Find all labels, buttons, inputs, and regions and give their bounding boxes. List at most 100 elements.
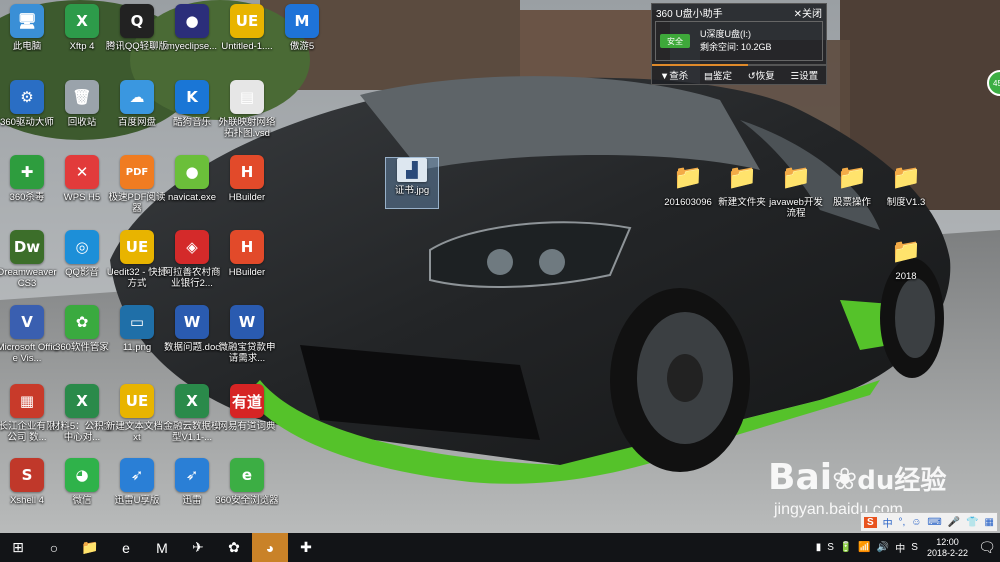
app-icon: X	[175, 384, 209, 418]
desktop-icon[interactable]: K 酷狗音乐	[163, 80, 221, 154]
desktop-folder[interactable]: 📁 股票操作	[826, 160, 878, 234]
desktop-icon[interactable]: X 材料5：公积金中心对...	[51, 384, 113, 458]
desktop-icon[interactable]: ▭ 11.png	[108, 305, 166, 379]
desktop-icon[interactable]: ◕ 微信	[53, 458, 111, 532]
cortana-button[interactable]: ○	[36, 533, 72, 562]
desktop-folder[interactable]: 📁 201603096	[662, 160, 714, 234]
desktop-icon[interactable]: ✕ WPS H5	[53, 155, 111, 229]
start-icon: ⊞	[12, 539, 24, 555]
desktop-icon-certificate-jpg[interactable]: ▟ 证书.jpg	[385, 157, 439, 209]
desktop-icon[interactable]: ● navicat.exe	[163, 155, 221, 229]
wechat-button[interactable]: ◕	[252, 533, 288, 562]
app-icon: X	[65, 4, 99, 38]
tray-icon[interactable]: S	[911, 542, 918, 553]
input-method-toolbar[interactable]: S 中 °, ☺ ⌨ 🎤 👕 ▦	[860, 512, 998, 532]
thunder-button[interactable]: ✈	[180, 533, 216, 562]
app-icon: ◈	[175, 230, 209, 264]
desktop-icon[interactable]: UE 新建文本文档.txt	[106, 384, 168, 458]
desktop-icon-label: 201603096	[664, 197, 712, 208]
app-icon: ✚	[10, 155, 44, 189]
desktop-icon[interactable]: S Xshell 4	[0, 458, 56, 532]
restore-button[interactable]: ↺恢复	[748, 68, 775, 82]
desktop-folder[interactable]: 📁 2018	[880, 234, 932, 308]
app-icon: ●	[175, 4, 209, 38]
desktop-icon[interactable]: ✚ 360杀毒	[0, 155, 56, 229]
desktop-icon[interactable]: M 傲游5	[273, 4, 331, 78]
ime-item[interactable]: ▦	[985, 517, 994, 528]
desktop-icon[interactable]: ◈ 阿拉善农村商业银行2...	[163, 230, 221, 304]
app-icon: UE	[120, 384, 154, 418]
desktop-icon[interactable]: Dw Dreamweaver CS3	[0, 230, 57, 304]
image-file-icon: ▟	[397, 158, 427, 182]
watermark-cn: 经验	[894, 466, 947, 496]
scan-button[interactable]: ▼查杀	[660, 68, 688, 82]
desktop-icon[interactable]: X Xftp 4	[53, 4, 111, 78]
app-icon: 有道	[230, 384, 264, 418]
ime-item[interactable]: S	[863, 516, 877, 528]
desktop-icon[interactable]: UE Uedit32 - 快捷方式	[107, 230, 167, 304]
360-safe-button[interactable]: ✚	[288, 533, 324, 562]
ime-item[interactable]: 👕	[966, 517, 978, 528]
app-icon: ◕	[65, 458, 99, 492]
desktop-icon[interactable]: 🗑 回收站	[53, 80, 111, 154]
desktop-icon-label: 新建文件夹	[718, 197, 766, 208]
ime-item[interactable]: ⌨	[927, 517, 941, 528]
wechat-icon: ◕	[265, 539, 275, 556]
identify-button[interactable]: ▤鉴定	[704, 68, 732, 82]
file-explorer-button[interactable]: 📁	[72, 533, 108, 562]
tray-icon[interactable]: S	[827, 542, 834, 553]
notification-center-button[interactable]: 🗨	[974, 533, 1000, 562]
tray-icon[interactable]: 🔋	[840, 542, 852, 553]
desktop-icon[interactable]: ✿ 360软件管家	[53, 305, 111, 379]
desktop-icon[interactable]: 有道 网易有道词典	[218, 384, 276, 458]
widget-close-button[interactable]: ✕关闭	[794, 5, 822, 20]
desktop-folder[interactable]: 📁 新建文件夹	[716, 160, 768, 234]
desktop-icon[interactable]: ◎ QQ影音	[53, 230, 111, 304]
tray-icon[interactable]: ▮	[816, 542, 822, 553]
app-icon: PDF	[120, 155, 154, 189]
tray-icon[interactable]: 📶	[858, 542, 870, 553]
desktop-icon-label: HBuilder	[228, 192, 266, 203]
tray-icon[interactable]: 🔊	[877, 542, 889, 553]
folder-icon: 📁	[891, 163, 921, 191]
settings-button[interactable]: ☰设置	[791, 68, 819, 82]
app-icon: ▦	[10, 384, 44, 418]
desktop-icon[interactable]: Q 腾讯QQ轻聊版	[106, 4, 168, 78]
ime-item[interactable]: 🎤	[948, 517, 960, 528]
desktop-icon[interactable]: ▤ 外联映射网络拓扑图.vsd	[218, 80, 276, 154]
ime-item[interactable]: ☺	[911, 517, 921, 528]
app-icon: ⚙	[10, 80, 44, 114]
desktop-icon[interactable]: ⚙ 360驱动大师	[0, 80, 56, 154]
desktop-icon[interactable]: ▦ 长江企业有限公司 数...	[0, 384, 56, 458]
clock-date: 2018-2-22	[926, 547, 968, 558]
desktop-icon[interactable]: ☁ 百度网盘	[108, 80, 166, 154]
tray-icon[interactable]: 中	[895, 540, 905, 555]
360-browser-button[interactable]: ✿	[216, 533, 252, 562]
desktop-icon[interactable]: V Microsoft Office Vis...	[0, 305, 57, 379]
ie-button[interactable]: e	[108, 533, 144, 562]
clock[interactable]: 12:00 2018-2-22	[927, 537, 968, 559]
desktop-icon[interactable]: H HBuilder	[218, 230, 276, 304]
desktop-icon[interactable]: W 数据问题.doc	[163, 305, 221, 379]
desktop-icon[interactable]: ➶ 迅雷U享版	[108, 458, 166, 532]
start-button[interactable]: ⊞	[0, 533, 36, 562]
maxthon-button[interactable]: M	[144, 533, 180, 562]
desktop-icon[interactable]: UE Untitled-1....	[218, 4, 276, 78]
app-icon: ▭	[120, 305, 154, 339]
desktop-icon[interactable]: 🖥 此电脑	[0, 4, 56, 78]
ime-item[interactable]: °,	[899, 517, 906, 528]
desktop-icon[interactable]: H HBuilder	[218, 155, 276, 229]
desktop-icon[interactable]: W 微融宝贷款申请需求...	[218, 305, 276, 379]
desktop-icon[interactable]: ➶ 迅雷	[163, 458, 221, 532]
desktop-icon[interactable]: X 金融云数据模型V1.1-...	[163, 384, 221, 458]
drive-name: U深度U盘(I:)	[700, 29, 751, 39]
desktop-icon[interactable]: PDF 极速PDF阅读器	[108, 155, 166, 229]
ime-item[interactable]: 中	[883, 515, 893, 530]
desktop-icon[interactable]: e 360安全浏览器	[215, 458, 279, 532]
desktop-icon-label: 制度V1.3	[886, 197, 926, 208]
paw-icon: ❀	[832, 462, 858, 497]
desktop-folder[interactable]: 📁 javaweb开发流程	[769, 160, 823, 234]
desktop-icon[interactable]: ● myeclipse...	[163, 4, 221, 78]
desktop-folder[interactable]: 📁 制度V1.3	[880, 160, 932, 234]
360-browser-icon: ✿	[228, 539, 240, 555]
